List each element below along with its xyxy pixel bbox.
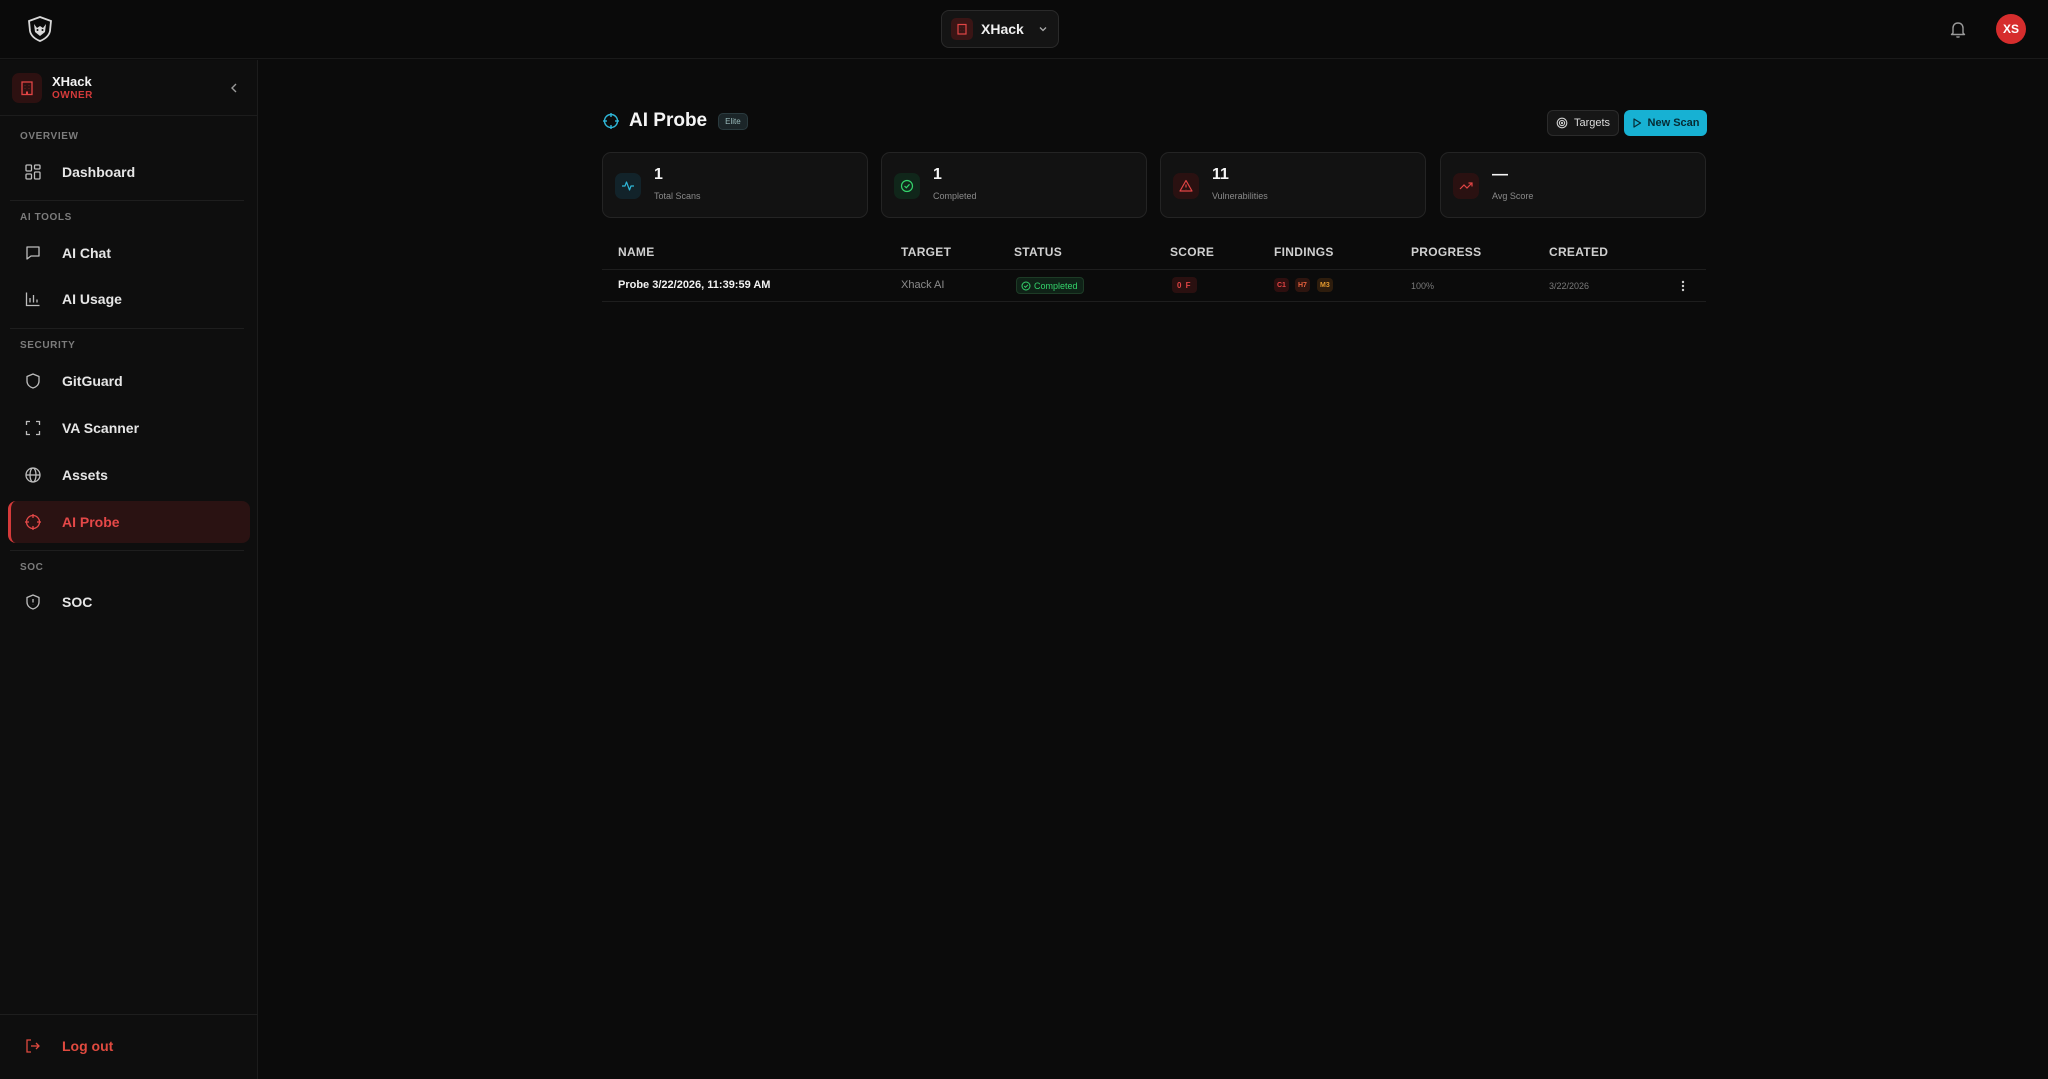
sidebar-item-dashboard[interactable]: Dashboard <box>8 151 250 193</box>
column-header-status[interactable]: STATUS <box>1014 245 1062 259</box>
chevron-down-icon <box>1037 23 1049 35</box>
more-options-icon[interactable] <box>1677 278 1689 294</box>
bar-chart-icon <box>24 290 42 308</box>
crosshair-icon <box>602 112 620 130</box>
notification-bell-icon[interactable] <box>1948 19 1968 39</box>
column-header-created[interactable]: CREATED <box>1549 245 1608 259</box>
scan-created-date: 3/22/2026 <box>1549 281 1590 291</box>
divider <box>10 200 244 201</box>
finding-badge-medium: M3 <box>1317 278 1333 292</box>
sidebar: XHack OWNER OVERVIEW Dashboard AI TOOLS … <box>0 60 258 1079</box>
workspace-switcher[interactable]: XHack <box>941 10 1059 48</box>
org-role: OWNER <box>52 90 93 101</box>
sidebar-item-ai-chat[interactable]: AI Chat <box>8 232 250 274</box>
scan-target: Xhack AI <box>901 279 945 291</box>
divider <box>10 328 244 329</box>
collapse-sidebar-icon[interactable] <box>226 80 242 96</box>
chat-bubble-icon <box>24 244 42 262</box>
score-badge: 0 F <box>1172 277 1197 293</box>
stat-value: 1 <box>654 166 663 183</box>
section-label-soc: SOC <box>20 562 44 573</box>
stat-label: Avg Score <box>1492 191 1534 201</box>
page-title: AI Probe <box>629 110 708 131</box>
table-header: NAME TARGET STATUS SCORE FINDINGS PROGRE… <box>602 236 1706 270</box>
sidebar-item-label: AI Usage <box>62 291 122 307</box>
building-icon <box>951 18 973 40</box>
crosshair-icon <box>24 513 42 531</box>
stat-label: Vulnerabilities <box>1212 191 1268 201</box>
column-header-name[interactable]: NAME <box>618 245 655 259</box>
sidebar-item-assets[interactable]: Assets <box>8 454 250 496</box>
sidebar-item-ai-probe[interactable]: AI Probe <box>8 501 250 543</box>
new-scan-button-label: New Scan <box>1647 117 1700 129</box>
sidebar-item-label: VA Scanner <box>62 420 140 436</box>
section-label-security: SECURITY <box>20 340 76 351</box>
org-name: XHack <box>52 74 92 89</box>
column-header-progress[interactable]: PROGRESS <box>1411 245 1481 259</box>
tier-badge: Elite <box>718 112 748 130</box>
globe-icon <box>24 466 42 484</box>
sidebar-item-label: Assets <box>62 467 108 483</box>
finding-badge-high: H7 <box>1295 278 1310 292</box>
sidebar-item-va-scanner[interactable]: VA Scanner <box>8 407 250 449</box>
org-switcher[interactable]: XHack OWNER <box>0 60 258 116</box>
page-header: AI Probe Elite <box>602 110 748 132</box>
column-header-target[interactable]: TARGET <box>901 245 951 259</box>
user-avatar[interactable]: XS <box>1996 14 2026 44</box>
logout-icon <box>24 1037 42 1055</box>
stat-card-completed: 1 Completed <box>881 152 1147 218</box>
divider <box>10 550 244 551</box>
shield-alert-icon <box>24 593 42 611</box>
scan-progress: 100% <box>1411 281 1435 291</box>
stat-card-avg-score: — Avg Score <box>1440 152 1706 218</box>
target-icon <box>1556 117 1568 129</box>
stat-card-total-scans: 1 Total Scans <box>602 152 868 218</box>
logout-button[interactable]: Log out <box>24 1037 113 1055</box>
status-badge: Completed <box>1016 277 1084 294</box>
stat-label: Completed <box>933 191 977 201</box>
sidebar-item-ai-usage[interactable]: AI Usage <box>8 278 250 320</box>
workspace-name: XHack <box>981 21 1024 37</box>
sidebar-item-label: AI Chat <box>62 245 111 261</box>
targets-button[interactable]: Targets <box>1547 110 1619 136</box>
logout-label: Log out <box>62 1038 114 1054</box>
shield-icon <box>24 372 42 390</box>
table-row[interactable]: Probe 3/22/2026, 11:39:59 AM Xhack AI Co… <box>602 270 1706 302</box>
check-circle-icon <box>1021 281 1031 291</box>
stat-card-vulnerabilities: 11 Vulnerabilities <box>1160 152 1426 218</box>
building-icon <box>12 73 42 103</box>
targets-button-label: Targets <box>1573 117 1611 129</box>
column-header-score[interactable]: SCORE <box>1170 245 1214 259</box>
sidebar-item-label: AI Probe <box>62 514 120 530</box>
fox-shield-logo-icon[interactable] <box>26 15 54 43</box>
finding-badge-critical: C1 <box>1274 278 1289 292</box>
sidebar-item-label: SOC <box>62 594 93 610</box>
stat-value: 1 <box>933 166 942 183</box>
sidebar-item-soc[interactable]: SOC <box>8 581 250 623</box>
activity-icon <box>615 173 641 199</box>
sidebar-item-label: GitGuard <box>62 373 123 389</box>
grid-icon <box>24 163 42 181</box>
sidebar-item-gitguard[interactable]: GitGuard <box>8 360 250 402</box>
new-scan-button[interactable]: New Scan <box>1624 110 1707 136</box>
stat-value: — <box>1492 166 1508 183</box>
stat-value: 11 <box>1212 166 1229 183</box>
sidebar-item-label: Dashboard <box>62 164 136 180</box>
stat-label: Total Scans <box>654 191 701 201</box>
column-header-findings[interactable]: FINDINGS <box>1274 245 1334 259</box>
trending-up-icon <box>1453 173 1479 199</box>
warning-triangle-icon <box>1173 173 1199 199</box>
scans-table: NAME TARGET STATUS SCORE FINDINGS PROGRE… <box>602 236 1706 302</box>
status-text: Completed <box>1034 280 1078 291</box>
scan-name[interactable]: Probe 3/22/2026, 11:39:59 AM <box>618 279 770 291</box>
check-circle-icon <box>894 173 920 199</box>
section-label-overview: OVERVIEW <box>20 131 79 142</box>
top-bar: XHack XS <box>0 0 2048 59</box>
play-icon <box>1632 118 1642 128</box>
scan-frame-icon <box>24 419 42 437</box>
divider <box>0 1014 258 1015</box>
section-label-ai-tools: AI TOOLS <box>20 212 72 223</box>
